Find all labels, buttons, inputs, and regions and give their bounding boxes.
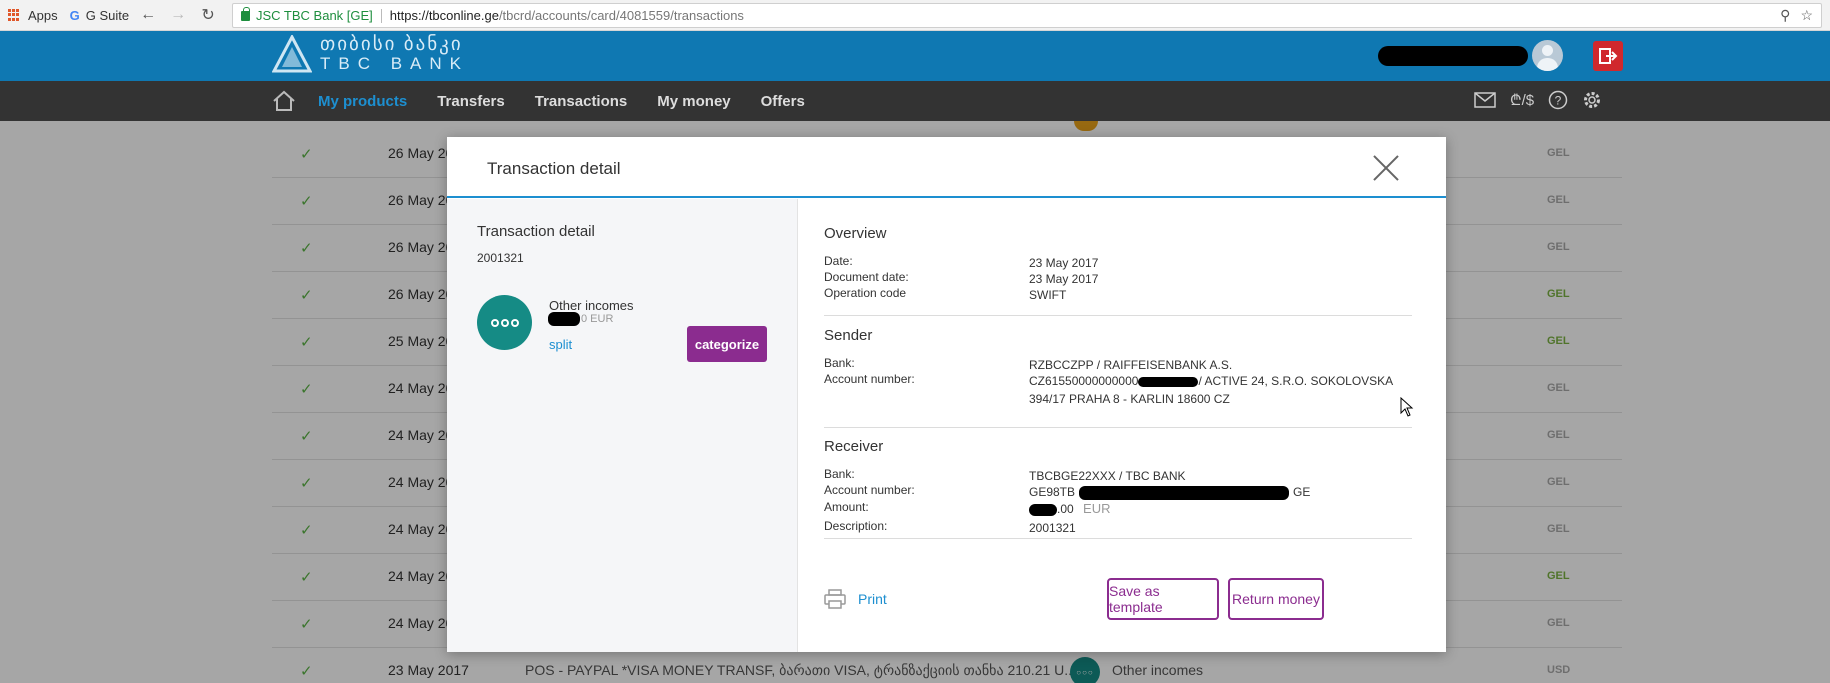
other-incomes-category-icon [477, 295, 532, 350]
gsuite-label: G Suite [85, 7, 130, 23]
browser-toolbar: Apps G G Suite ← → ↻ JSC TBC Bank [GE] h… [0, 0, 1830, 31]
bookmark-star-icon[interactable]: ☆ [1800, 7, 1813, 24]
redacted-sender-account [1138, 376, 1199, 387]
reload-icon[interactable]: ↻ [197, 4, 219, 26]
amount-suffix: 0 EUR [581, 313, 614, 325]
operation-code-value: SWIFT [1029, 288, 1067, 302]
modal-header: Transaction detail [447, 137, 1446, 198]
omnibox-divider [380, 8, 382, 23]
divider [824, 315, 1412, 316]
receiver-heading: Receiver [824, 438, 884, 455]
operation-code-label: Operation code [824, 286, 907, 300]
amount-label: Amount: [824, 500, 869, 514]
receiver-account-label: Account number: [824, 483, 915, 497]
modal-title: Transaction detail [487, 159, 621, 178]
home-icon[interactable] [272, 90, 296, 112]
url-host: https://tbconline.ge [389, 8, 499, 23]
avatar[interactable] [1532, 40, 1563, 71]
overview-section: Overview [824, 225, 1412, 242]
sender-account-prefix: CZ61550000000000 [1029, 374, 1139, 388]
mouse-cursor-icon [1400, 397, 1414, 417]
amount-currency: EUR [1083, 501, 1111, 516]
apps-label: Apps [28, 7, 58, 23]
tbc-logo-mark-icon [271, 33, 313, 73]
overview-heading: Overview [824, 225, 887, 242]
redacted-amount-value [1029, 503, 1057, 516]
document-date-label: Document date: [824, 270, 909, 284]
logout-button[interactable] [1593, 41, 1623, 71]
key-icon[interactable]: ⚲ [1780, 7, 1790, 24]
save-as-template-button[interactable]: Save as template [1107, 578, 1219, 620]
back-arrow-icon[interactable]: ← [137, 4, 159, 26]
nav-my-money[interactable]: My money [657, 93, 730, 110]
apps-grid-icon [8, 9, 20, 21]
amount-value: .00 EUR [1029, 500, 1409, 518]
nav-transfers[interactable]: Transfers [437, 93, 505, 110]
receiver-account-value: GE98TB GE [1029, 483, 1409, 501]
tbc-logo[interactable]: თიბისი ბანკი TBC BANK [271, 33, 470, 73]
return-money-button[interactable]: Return money [1228, 578, 1324, 620]
description-value: 2001321 [1029, 521, 1076, 535]
forward-arrow-icon[interactable]: → [167, 4, 189, 26]
split-link[interactable]: split [549, 337, 572, 352]
receiver-section: Receiver [824, 438, 1412, 455]
help-icon[interactable]: ? [1548, 90, 1568, 110]
url-path: /tbcrd/accounts/card/4081559/transaction… [498, 8, 744, 23]
transaction-detail-modal: Transaction detail Transaction detail 20… [447, 137, 1446, 652]
transaction-id: 2001321 [477, 251, 524, 265]
nav-offers[interactable]: Offers [761, 93, 805, 110]
sender-account-line2: 394/17 PRAHA 8 - KARLIN 18600 CZ [1029, 392, 1230, 406]
receiver-bank-label: Bank: [824, 467, 855, 481]
divider [824, 427, 1412, 428]
receiver-account-suffix: GE [1293, 485, 1311, 499]
printer-icon [824, 589, 846, 609]
logout-icon [1599, 48, 1618, 64]
redacted-user-name [1378, 46, 1528, 66]
main-nav: My products Transfers Transactions My mo… [0, 81, 1830, 121]
logo-text-georgian: თიბისი ბანკი [320, 34, 463, 55]
gsuite-bookmark[interactable]: G G Suite [70, 8, 129, 23]
redacted-receiver-account [1079, 485, 1290, 500]
secure-site-label: JSC TBC Bank [GE] [256, 8, 373, 23]
description-label: Description: [824, 519, 888, 533]
lock-icon [241, 6, 250, 21]
categorize-button[interactable]: categorize [687, 326, 767, 362]
google-icon: G [69, 7, 80, 23]
logo-text-english: TBC BANK [320, 54, 470, 73]
divider [824, 538, 1412, 539]
summary-title: Transaction detail [477, 223, 595, 240]
sender-account-rest: / ACTIVE 24, S.R.O. SOKOLOVSKA [1198, 374, 1394, 388]
nav-transactions[interactable]: Transactions [535, 93, 628, 110]
transaction-summary-panel: Transaction detail 2001321 Other incomes… [447, 199, 798, 652]
currency-exchange-icon[interactable]: ₾/$ [1510, 90, 1534, 110]
sender-account-value: CZ61550000000000 / ACTIVE 24, S.R.O. SOKO… [1029, 372, 1409, 408]
sender-section: Sender [824, 327, 1412, 344]
redacted-amount [548, 312, 580, 326]
print-label: Print [858, 591, 887, 607]
category-name: Other incomes [549, 298, 634, 313]
bank-header: თიბისი ბანკი TBC BANK [0, 31, 1830, 81]
sender-account-label: Account number: [824, 372, 915, 386]
mail-icon[interactable] [1474, 92, 1496, 108]
receiver-account-prefix: GE98TB [1029, 485, 1076, 499]
transaction-details-panel: Overview Date: 23 May 2017 Document date… [799, 199, 1446, 652]
sender-heading: Sender [824, 327, 873, 344]
date-label: Date: [824, 254, 853, 268]
settings-gear-icon[interactable] [1582, 90, 1602, 110]
nav-my-products[interactable]: My products [318, 93, 407, 110]
amount-decimals: .00 [1057, 502, 1074, 516]
print-button[interactable]: Print [824, 589, 887, 609]
svg-text:?: ? [1555, 94, 1562, 108]
sender-bank-label: Bank: [824, 356, 855, 370]
address-bar[interactable]: JSC TBC Bank [GE] https://tbconline.ge/t… [232, 3, 1822, 28]
close-icon[interactable] [1372, 154, 1400, 182]
apps-bookmark[interactable]: Apps [8, 8, 58, 23]
